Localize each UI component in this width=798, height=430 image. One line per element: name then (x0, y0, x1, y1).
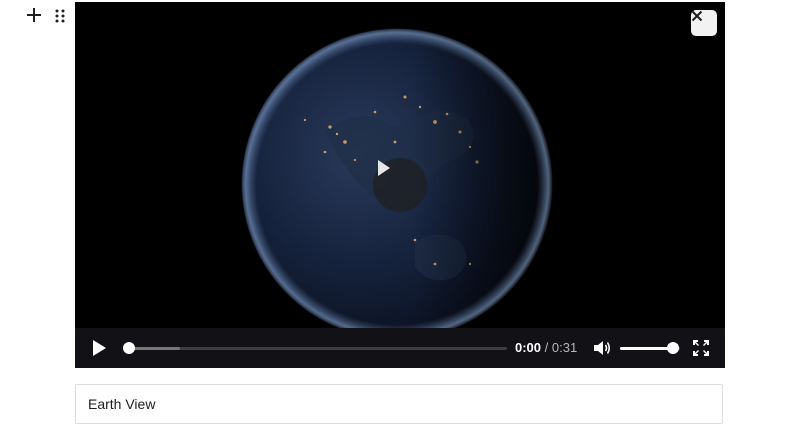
video-player[interactable]: 0:00 / 0:31 (75, 2, 725, 368)
drag-handle[interactable] (53, 6, 67, 26)
volume-icon (594, 341, 611, 355)
progress-thumb[interactable] (123, 342, 135, 354)
time-separator: / (544, 340, 549, 355)
play-icon (378, 160, 390, 176)
caption-input[interactable]: Earth View (75, 384, 723, 424)
time-display: 0:00 / 0:31 (515, 341, 577, 355)
mute-button[interactable] (592, 339, 612, 357)
duration: 0:31 (551, 340, 578, 355)
fullscreen-icon (693, 340, 709, 356)
big-play-button[interactable] (373, 158, 427, 212)
drag-handle-icon (55, 9, 65, 23)
close-icon (691, 10, 703, 22)
volume-slider[interactable] (620, 340, 680, 356)
progress-bar[interactable] (123, 340, 507, 356)
volume-thumb[interactable] (666, 342, 679, 354)
progress-track (127, 347, 507, 350)
current-time: 0:00 (515, 340, 542, 355)
player-controls: 0:00 / 0:31 (75, 328, 725, 368)
close-button[interactable] (691, 10, 717, 36)
plus-icon (27, 8, 41, 22)
play-button[interactable] (89, 338, 109, 358)
play-icon (93, 340, 106, 356)
volume-level (620, 347, 673, 350)
fullscreen-button[interactable] (693, 340, 709, 356)
video-frame[interactable] (75, 2, 725, 328)
block-toolbar (22, 4, 78, 26)
add-block-button[interactable] (24, 4, 44, 26)
